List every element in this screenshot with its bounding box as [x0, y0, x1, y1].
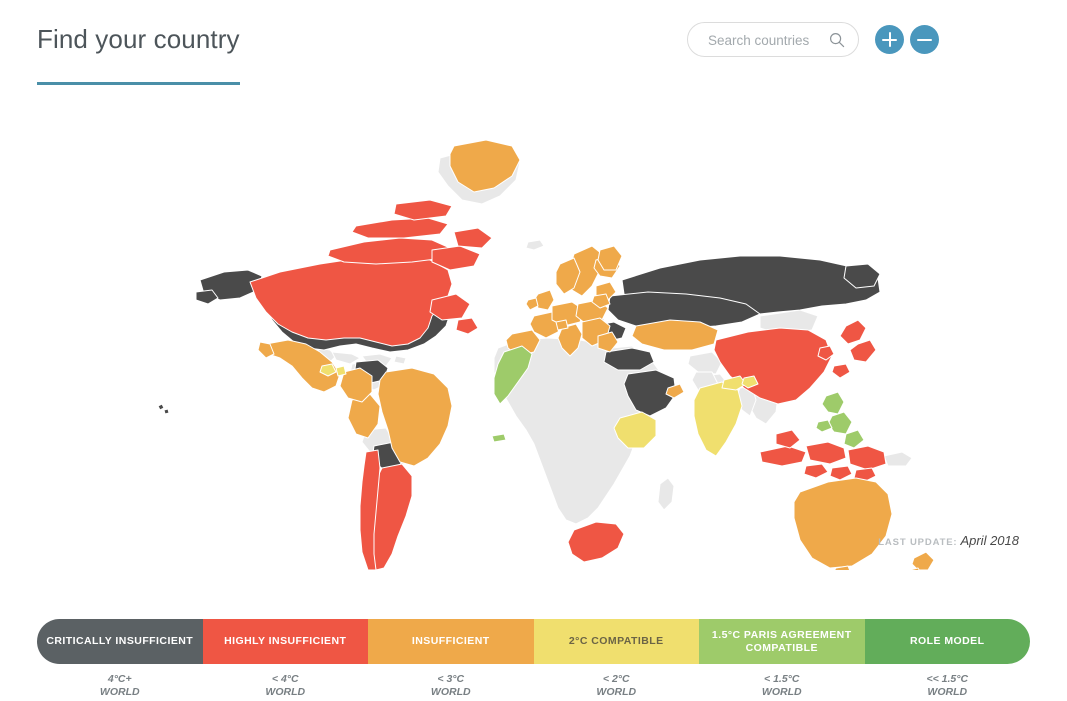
- legend-swatch-role-model[interactable]: ROLE MODEL: [864, 619, 1030, 664]
- legend-swatch-insufficient[interactable]: INSUFFICIENT: [368, 619, 534, 664]
- legend-temp: < 2°C: [602, 673, 630, 685]
- legend-item-critically-insufficient[interactable]: CRITICALLY INSUFFICIENT 4°C+ WORLD: [37, 619, 203, 698]
- legend-temp: < 3°C: [437, 673, 465, 685]
- legend-sub-highly-insufficient: < 4°C WORLD: [203, 673, 369, 699]
- world-map[interactable]: LAST UPDATE: April 2018: [0, 100, 1067, 570]
- legend-world: WORLD: [761, 686, 802, 698]
- plus-icon-vertical: [888, 32, 891, 47]
- legend-swatch-critically-insufficient[interactable]: CRITICALLY INSUFFICIENT: [37, 619, 203, 664]
- legend-label: ROLE MODEL: [910, 635, 985, 647]
- search-icon[interactable]: [829, 32, 845, 48]
- legend-sub-critically-insufficient: 4°C+ WORLD: [37, 673, 203, 699]
- legend-temp: < 1.5°C: [764, 673, 800, 685]
- legend-swatch-2c-compatible[interactable]: 2°C COMPATIBLE: [533, 619, 699, 664]
- page-header: Find your country: [0, 0, 1067, 95]
- legend-label: HIGHLY INSUFFICIENT: [224, 635, 347, 647]
- zoom-in-button[interactable]: [875, 25, 904, 54]
- legend-item-insufficient[interactable]: INSUFFICIENT < 3°C WORLD: [368, 619, 534, 698]
- search-input[interactable]: [706, 23, 828, 58]
- legend-temp: << 1.5°C: [926, 673, 969, 685]
- last-update-value: April 2018: [960, 533, 1019, 548]
- zoom-out-button[interactable]: [910, 25, 939, 54]
- legend-label: 1.5°C PARIS AGREEMENT COMPATIBLE: [711, 628, 852, 654]
- page-title: Find your country: [37, 24, 240, 54]
- last-update-label: LAST UPDATE:: [878, 537, 958, 548]
- legend-world: WORLD: [596, 686, 637, 698]
- legend-sub-role-model: << 1.5°C WORLD: [865, 673, 1031, 699]
- legend-swatch-1-5c-paris-compatible[interactable]: 1.5°C PARIS AGREEMENT COMPATIBLE: [699, 619, 865, 664]
- rating-legend: CRITICALLY INSUFFICIENT 4°C+ WORLD HIGHL…: [37, 619, 1030, 698]
- legend-world: WORLD: [927, 686, 968, 698]
- legend-item-highly-insufficient[interactable]: HIGHLY INSUFFICIENT < 4°C WORLD: [202, 619, 368, 698]
- legend-item-role-model[interactable]: ROLE MODEL << 1.5°C WORLD: [864, 619, 1030, 698]
- legend-world: WORLD: [430, 686, 471, 698]
- title-underline-accent: [37, 82, 240, 85]
- legend-temp: 4°C+: [107, 673, 132, 685]
- legend-label: INSUFFICIENT: [411, 635, 490, 647]
- search-box[interactable]: [687, 22, 859, 58]
- legend-world: WORLD: [99, 686, 140, 698]
- legend-swatch-highly-insufficient[interactable]: HIGHLY INSUFFICIENT: [202, 619, 368, 664]
- legend-item-1-5c-paris-compatible[interactable]: 1.5°C PARIS AGREEMENT COMPATIBLE < 1.5°C…: [699, 619, 865, 698]
- legend-label: CRITICALLY INSUFFICIENT: [46, 635, 194, 647]
- world-map-svg[interactable]: [0, 100, 1067, 570]
- legend-world: WORLD: [265, 686, 306, 698]
- legend-sub-insufficient: < 3°C WORLD: [368, 673, 534, 699]
- legend-item-2c-compatible[interactable]: 2°C COMPATIBLE < 2°C WORLD: [533, 619, 699, 698]
- legend-sub-1-5c-paris-compatible: < 1.5°C WORLD: [699, 673, 865, 699]
- minus-icon: [917, 38, 932, 41]
- legend-label: 2°C COMPATIBLE: [568, 635, 664, 647]
- legend-temp: < 4°C: [271, 673, 299, 685]
- legend-sub-2c-compatible: < 2°C WORLD: [534, 673, 700, 699]
- last-update: LAST UPDATE: April 2018: [878, 533, 1019, 548]
